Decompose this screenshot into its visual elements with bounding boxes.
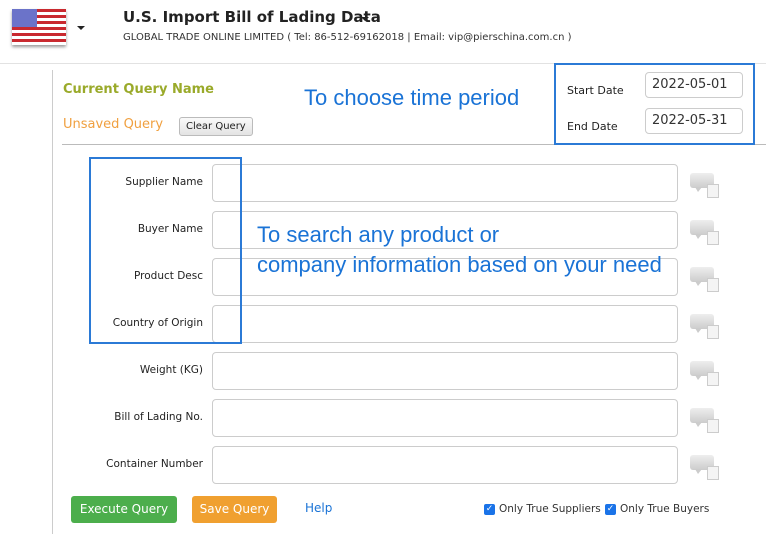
annotation-search-line1: To search any product or xyxy=(257,222,500,247)
only-true-suppliers-checkbox[interactable]: ✓ Only True Suppliers xyxy=(484,503,601,515)
checkbox-checked-icon[interactable]: ✓ xyxy=(484,503,495,515)
field-label: Weight (KG) xyxy=(139,364,203,376)
field-label: Container Number xyxy=(106,458,203,470)
field-input[interactable] xyxy=(212,399,678,437)
end-date-label: End Date xyxy=(567,120,618,133)
execute-query-button[interactable]: Execute Query xyxy=(71,496,177,523)
clear-query-button[interactable]: Clear Query xyxy=(179,117,253,136)
start-date-input[interactable] xyxy=(645,72,743,98)
checkbox-label: Only True Buyers xyxy=(620,503,710,515)
field-label: Bill of Lading No. xyxy=(114,411,203,423)
saved-values-icon[interactable] xyxy=(690,171,719,198)
end-date-input[interactable] xyxy=(645,108,743,134)
saved-values-icon[interactable] xyxy=(690,265,719,292)
us-flag-icon[interactable] xyxy=(12,9,66,45)
field-input[interactable] xyxy=(212,164,678,202)
annotation-search-line2: company information based on your need xyxy=(257,252,662,277)
start-date-label: Start Date xyxy=(567,84,624,97)
saved-values-icon[interactable] xyxy=(690,359,719,386)
checkbox-checked-icon[interactable]: ✓ xyxy=(605,503,616,515)
saved-values-icon[interactable] xyxy=(690,406,719,433)
company-info: GLOBAL TRADE ONLINE LIMITED ( Tel: 86-51… xyxy=(123,32,572,43)
saved-values-icon[interactable] xyxy=(690,453,719,480)
title-dropdown-icon[interactable] xyxy=(361,17,369,21)
field-input[interactable] xyxy=(212,446,678,484)
field-input[interactable] xyxy=(212,352,678,390)
current-query-label: Current Query Name xyxy=(63,82,214,97)
annotation-box-fields xyxy=(89,157,242,344)
annotation-search: To search any product or company informa… xyxy=(257,220,662,280)
field-input[interactable] xyxy=(212,305,678,343)
annotation-time: To choose time period xyxy=(304,85,520,110)
save-query-button[interactable]: Save Query xyxy=(192,496,277,523)
checkbox-label: Only True Suppliers xyxy=(499,503,601,515)
only-true-buyers-checkbox[interactable]: ✓ Only True Buyers xyxy=(605,503,709,515)
page-title[interactable]: U.S. Import Bill of Lading Data xyxy=(123,8,381,26)
flag-dropdown-icon[interactable] xyxy=(77,26,85,30)
saved-values-icon[interactable] xyxy=(690,312,719,339)
divider xyxy=(52,70,53,534)
query-name: Unsaved Query xyxy=(63,117,164,132)
saved-values-icon[interactable] xyxy=(690,218,719,245)
help-link[interactable]: Help xyxy=(305,501,332,515)
